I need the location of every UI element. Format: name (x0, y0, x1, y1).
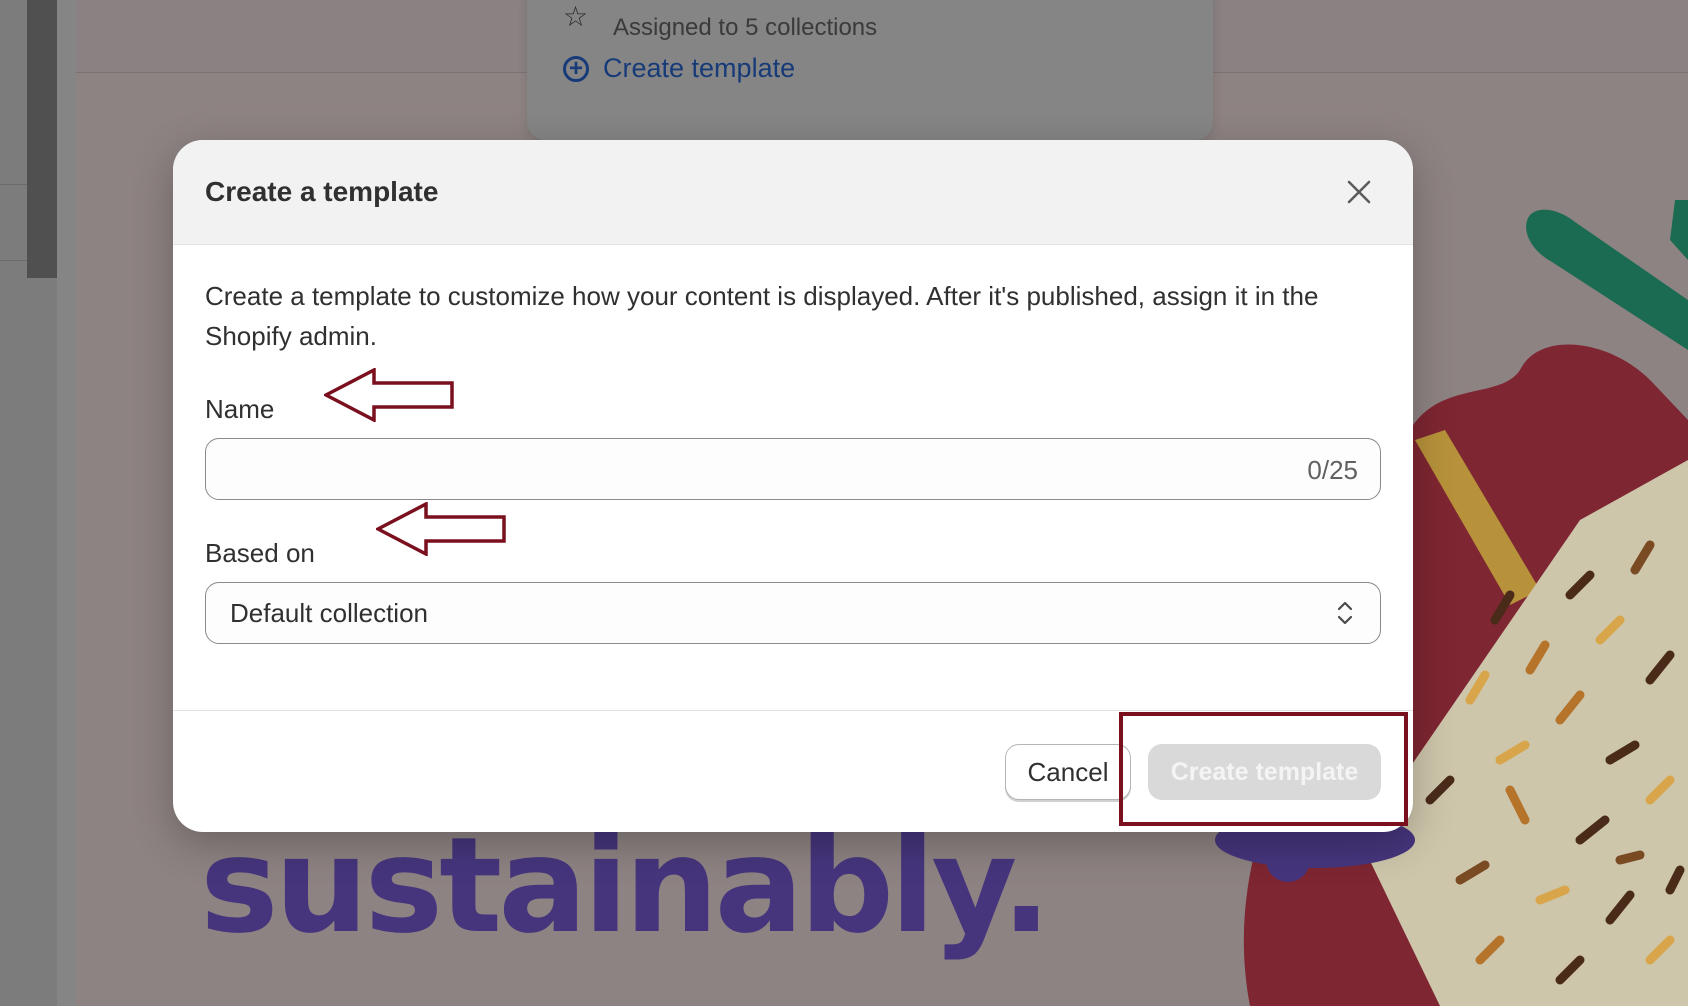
star-icon: ☆ (563, 1, 589, 32)
name-field[interactable]: 0/25 (205, 438, 1381, 500)
select-chevron-icon (1337, 601, 1353, 625)
based-on-label: Based on (205, 538, 315, 568)
name-input[interactable] (224, 439, 1248, 499)
footer-divider (173, 710, 1413, 711)
modal-title: Create a template (205, 176, 439, 207)
hero-text: sustainably. (200, 809, 1051, 963)
create-template-link[interactable]: + Create template (563, 53, 795, 84)
highlight-box-annotation (1119, 712, 1408, 826)
close-icon[interactable] (1339, 172, 1379, 212)
char-counter: 0/25 (1307, 455, 1358, 485)
modal-description: Create a template to customize how your … (205, 281, 1319, 351)
arrow-annotation-icon (324, 368, 454, 422)
create-template-link-label: Create template (603, 53, 796, 83)
arrow-annotation-icon (376, 502, 506, 556)
cancel-button[interactable]: Cancel (1005, 744, 1131, 800)
divider (0, 260, 27, 261)
sidebar-scrollbar[interactable] (27, 0, 57, 278)
template-dropdown: ☆ Assigned to 5 collections + Create tem… (527, 0, 1213, 140)
based-on-selected-value: Default collection (230, 598, 428, 628)
name-label: Name (205, 394, 275, 424)
divider (0, 184, 27, 185)
modal-header: Create a template (173, 140, 1413, 245)
based-on-select[interactable]: Default collection (205, 582, 1381, 644)
sidebar-edge (57, 0, 76, 1006)
assigned-count: Assigned to 5 collections (613, 14, 878, 41)
plus-circle-icon: + (563, 55, 589, 82)
